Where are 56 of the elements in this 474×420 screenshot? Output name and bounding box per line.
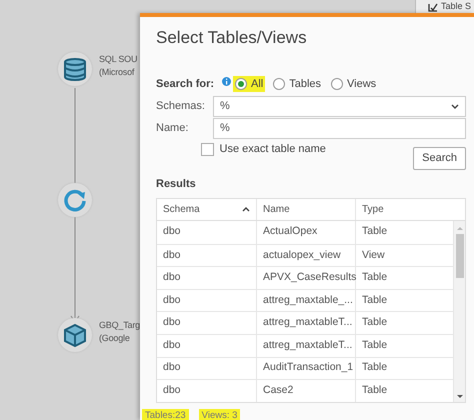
table-cell: attreg_maxtable_... — [257, 290, 356, 312]
schemas-dropdown[interactable]: % — [213, 96, 466, 117]
canvas-node[interactable] — [58, 183, 92, 217]
table-cell: Case2 — [257, 380, 356, 402]
cube-icon — [63, 322, 87, 348]
table-cell-text: View — [361, 248, 386, 263]
table-cell-text: Table — [361, 338, 388, 353]
table-cell-text: Table — [361, 224, 388, 240]
table-cell: dbo — [157, 290, 257, 312]
table-cell-text: Table — [361, 292, 388, 308]
table-cell: dbo — [157, 312, 257, 334]
field-label: Schemas: — [156, 99, 206, 114]
panel-title: Table S — [441, 0, 472, 14]
table-cell: dbo — [157, 244, 257, 266]
dialog-title: Select Tables/Views — [156, 27, 308, 49]
radio-circle[interactable] — [273, 78, 286, 90]
table-cell: dbo — [157, 380, 257, 402]
chevron-down-icon — [451, 104, 459, 109]
field-label: Name: — [156, 121, 190, 136]
canvas-node[interactable] — [58, 318, 92, 352]
node-label: GBQ_Targ (Google — [99, 319, 140, 345]
table-cell: attreg_maxtableT... — [257, 334, 356, 357]
checkbox-option[interactable]: Use exact table name — [201, 141, 326, 158]
table-cell: ActualOpex — [257, 221, 356, 244]
field-label: Search for: — [156, 76, 216, 92]
table-cell-text: Table — [361, 383, 388, 398]
table-cell-text: Table — [361, 270, 388, 286]
checklist-icon — [428, 2, 438, 12]
section-label: Results — [156, 176, 197, 192]
radio-circle[interactable] — [331, 78, 344, 90]
table-cell: APVX_CaseResults — [257, 267, 356, 289]
table-cell: dbo — [157, 221, 257, 244]
column-header[interactable]: Schema — [157, 199, 257, 220]
table-cell: AuditTransaction_1 — [257, 358, 356, 380]
radio-option[interactable]: Tables — [271, 76, 324, 92]
table-cell: dbo — [157, 334, 257, 357]
radio-circle[interactable] — [235, 78, 247, 90]
table-cell: attreg_maxtableT... — [257, 312, 356, 334]
refresh-icon — [63, 188, 87, 212]
radio-option[interactable]: All — [233, 76, 266, 92]
radio-option[interactable]: Views — [329, 76, 378, 92]
column-header[interactable]: Type — [356, 199, 465, 220]
database-icon — [63, 56, 87, 82]
table-cell-text: Table — [361, 360, 388, 376]
table-cell: dbo — [157, 267, 257, 289]
name-field[interactable]: % — [213, 118, 466, 139]
node-label: SQL SOU (Microsof — [99, 53, 138, 79]
column-header[interactable]: Name — [257, 199, 356, 220]
canvas-node[interactable] — [58, 52, 92, 86]
info-icon — [222, 76, 231, 86]
table-cell: actualopex_view — [257, 244, 356, 266]
count-label: Views: 3 — [198, 409, 240, 420]
table-cell: dbo — [157, 358, 257, 380]
search-button[interactable]: Search — [413, 147, 466, 170]
table-cell-text: Table — [361, 315, 388, 330]
count-label: Tables:23 — [142, 409, 189, 420]
